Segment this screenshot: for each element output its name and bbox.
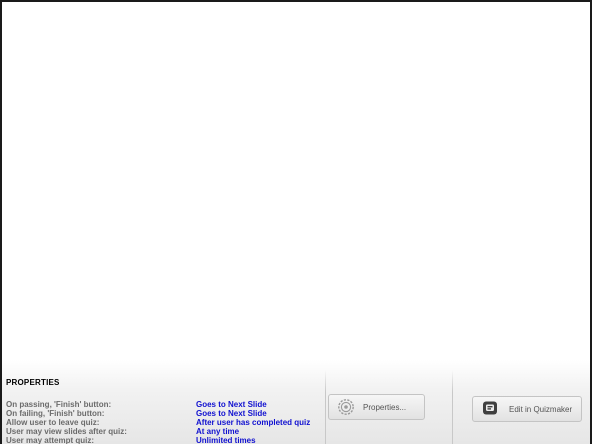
property-value: Goes to Next Slide [196,400,267,409]
property-label: On failing, 'Finish' button: [6,409,105,418]
property-value: At any time [196,427,240,436]
properties-panel: PROPERTIES On passing, 'Finish' button: … [2,360,590,444]
edit-in-quizmaker-button[interactable]: Edit in Quizmaker [472,396,582,422]
property-row-attempts: User may attempt quiz: Unlimited times [6,436,326,444]
property-value: Unlimited times [196,436,256,444]
properties-list: On passing, 'Finish' button: Goes to Nex… [6,400,326,444]
property-label: On passing, 'Finish' button: [6,400,112,409]
property-row-leave-quiz: Allow user to leave quiz: After user has… [6,418,326,427]
property-row-failing-finish: On failing, 'Finish' button: Goes to Nex… [6,409,326,418]
property-value: Goes to Next Slide [196,409,267,418]
slide-canvas [2,2,590,360]
properties-button-label: Properties... [363,402,407,412]
property-label: User may attempt quiz: [6,436,95,444]
property-label: User may view slides after quiz: [6,427,127,436]
property-row-view-slides: User may view slides after quiz: At any … [6,427,326,436]
slide-frame: PROPERTIES On passing, 'Finish' button: … [0,0,592,444]
panel-divider [452,370,453,444]
properties-heading: PROPERTIES [6,378,60,387]
property-row-passing-finish: On passing, 'Finish' button: Goes to Nex… [6,400,326,409]
property-value: After user has completed quiz [196,418,311,427]
properties-button[interactable]: Properties... [328,394,425,420]
edit-in-quizmaker-label: Edit in Quizmaker [509,404,573,414]
quizmaker-icon [482,400,500,418]
gear-icon [337,398,355,416]
property-label: Allow user to leave quiz: [6,418,100,427]
